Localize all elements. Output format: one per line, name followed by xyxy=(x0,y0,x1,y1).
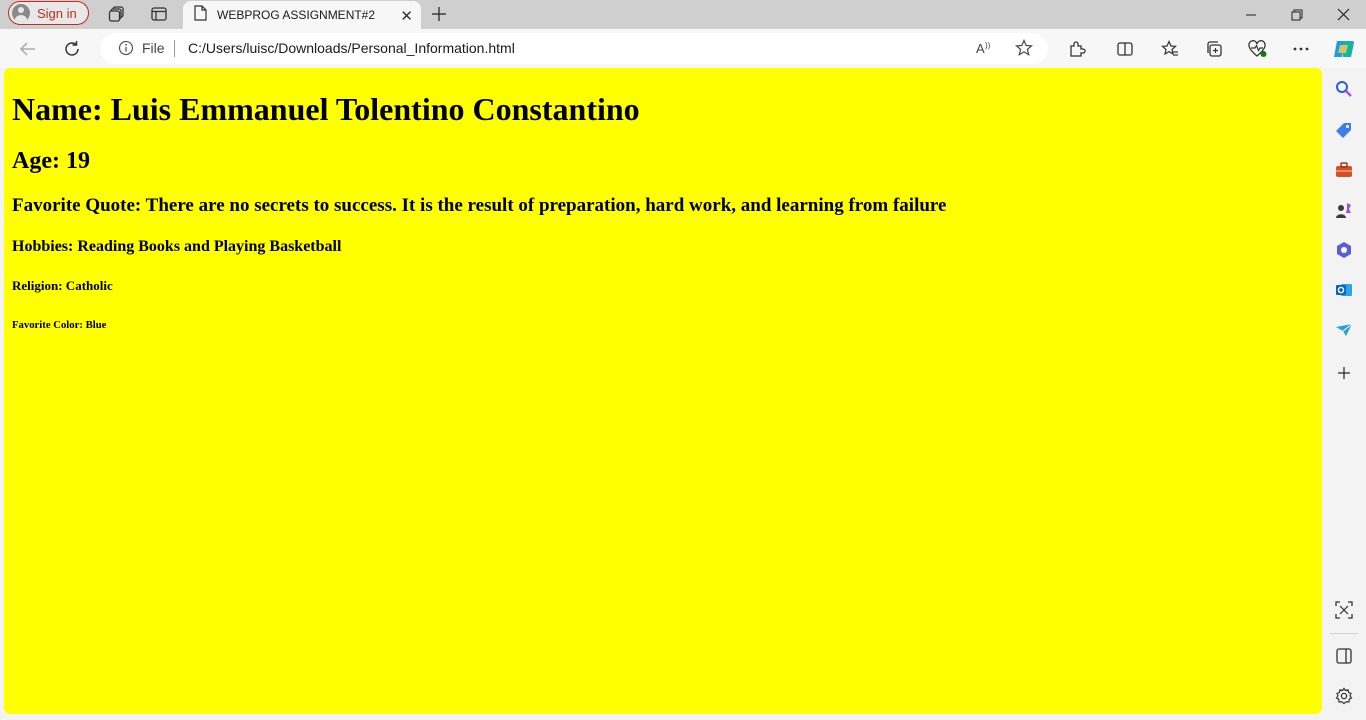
close-icon[interactable] xyxy=(1320,0,1366,29)
back-icon[interactable] xyxy=(17,38,39,60)
microsoft365-icon[interactable] xyxy=(1333,239,1355,261)
sign-in-label: Sign in xyxy=(37,5,77,21)
info-icon[interactable] xyxy=(115,37,137,59)
search-icon[interactable] xyxy=(1333,78,1355,100)
settings-icon[interactable] xyxy=(1333,685,1355,707)
games-icon[interactable] xyxy=(1333,199,1355,221)
split-screen-icon[interactable] xyxy=(1114,38,1136,60)
hobbies-heading: Hobbies: Reading Books and Playing Baske… xyxy=(12,238,342,255)
extensions-icon[interactable] xyxy=(1066,38,1088,60)
religion-heading: Religion: Catholic xyxy=(12,278,113,293)
workspaces-icon[interactable] xyxy=(107,4,127,24)
restore-icon[interactable] xyxy=(1274,0,1320,29)
tab-active[interactable]: WEBPROG ASSIGNMENT#2 ✕ xyxy=(183,1,421,29)
edge-sidebar xyxy=(1322,68,1366,720)
sidebar-divider xyxy=(1330,633,1358,634)
age-heading: Age: 19 xyxy=(12,148,90,174)
copilot-icon[interactable] xyxy=(1332,37,1356,61)
new-tab-icon[interactable] xyxy=(429,4,449,24)
tab-close-icon[interactable]: ✕ xyxy=(400,7,413,25)
read-aloud-icon[interactable]: A)) xyxy=(973,37,995,59)
address-url[interactable]: C:/Users/luisc/Downloads/Personal_Inform… xyxy=(188,40,515,56)
add-icon[interactable] xyxy=(1333,362,1355,384)
quote-heading: Favorite Quote: There are no secrets to … xyxy=(12,195,947,216)
svg-text:)): )) xyxy=(985,41,991,50)
browser-essentials-icon[interactable] xyxy=(1247,38,1269,60)
collections-icon[interactable] xyxy=(1203,38,1225,60)
refresh-icon[interactable] xyxy=(61,38,83,60)
screenshot-icon[interactable] xyxy=(1333,599,1355,621)
favorites-icon[interactable] xyxy=(1159,38,1181,60)
sidebar-toggle-icon[interactable] xyxy=(1333,645,1355,667)
title-bar: Sign in WEBPROG ASSIGNMENT#2 ✕ xyxy=(0,0,1366,29)
shopping-icon[interactable] xyxy=(1333,119,1355,141)
tools-icon[interactable] xyxy=(1333,159,1355,181)
drop-icon[interactable] xyxy=(1333,319,1355,341)
tab-actions-icon[interactable] xyxy=(149,4,169,24)
avatar-icon xyxy=(12,4,30,22)
address-scheme-label: File xyxy=(142,40,165,56)
svg-text:A: A xyxy=(976,41,985,56)
toolbar: File C:/Users/luisc/Downloads/Personal_I… xyxy=(0,29,1366,68)
more-icon[interactable] xyxy=(1290,38,1312,60)
address-bar[interactable]: File C:/Users/luisc/Downloads/Personal_I… xyxy=(100,33,1048,64)
minimize-icon[interactable] xyxy=(1228,0,1274,29)
favorite-star-icon[interactable] xyxy=(1013,37,1035,59)
tab-title: WEBPROG ASSIGNMENT#2 xyxy=(217,8,376,22)
address-divider xyxy=(174,40,175,57)
document-icon xyxy=(194,4,207,26)
favorite-color-heading: Favorite Color: Blue xyxy=(12,319,107,331)
name-heading: Name: Luis Emmanuel Tolentino Constantin… xyxy=(12,91,640,127)
sign-in-button[interactable]: Sign in xyxy=(8,1,89,25)
page-content: Name: Luis Emmanuel Tolentino Constantin… xyxy=(4,68,1322,714)
outlook-icon[interactable] xyxy=(1333,279,1355,301)
